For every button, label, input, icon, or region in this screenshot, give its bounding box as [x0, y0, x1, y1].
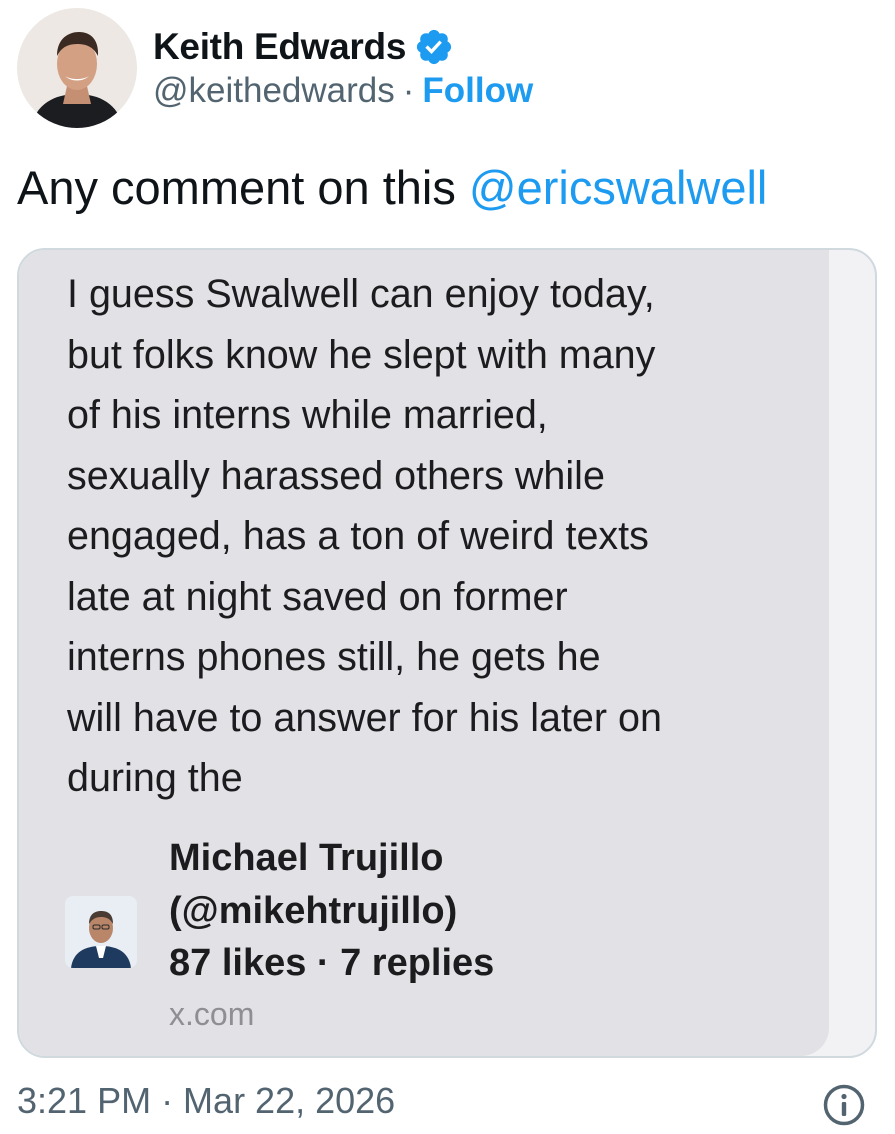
quoted-text: I guess Swalwell can enjoy today, but fo…: [67, 264, 662, 809]
quoted-text-line: will have to answer for his later on: [67, 695, 662, 740]
handle-row: @keithedwards · Follow: [153, 67, 533, 115]
tweet-mention-link[interactable]: @ericswalwell: [469, 161, 767, 214]
quoted-text-line: of his interns while married,: [67, 393, 548, 437]
quoted-text-line: I guess Swalwell can enjoy today,: [67, 272, 655, 316]
quoted-text-line: engaged, has a ton of weird texts: [67, 514, 649, 558]
tweet-text-prefix: Any comment on this: [17, 161, 469, 214]
quoted-author-avatar: [65, 896, 137, 968]
verified-badge-icon: [417, 29, 452, 65]
quoted-card-screenshot: I guess Swalwell can enjoy today, but fo…: [19, 250, 829, 1056]
quoted-author-handle: (@mikehtrujillo): [169, 889, 458, 932]
tweet-text: Any comment on this @ericswalwell: [17, 160, 767, 216]
quoted-domain: x.com: [169, 996, 255, 1032]
quoted-author-name: Michael Trujillo: [169, 837, 444, 879]
quoted-text-line: during the: [67, 756, 243, 800]
quoted-text-line: interns phones still, he gets he: [67, 635, 601, 679]
name-row: Keith Edwards: [153, 23, 533, 71]
quoted-text-line: sexually harassed others while: [67, 453, 605, 498]
handle-separator: ·: [402, 71, 415, 110]
author-meta: Keith Edwards @keithedwards · Follow: [153, 21, 533, 115]
quoted-author-block: Michael Trujillo (@mikehtrujillo) 87 lik…: [169, 832, 494, 990]
tweet-header: Keith Edwards @keithedwards · Follow: [17, 8, 533, 128]
quoted-card[interactable]: I guess Swalwell can enjoy today, but fo…: [17, 248, 877, 1058]
author-avatar[interactable]: [17, 8, 137, 128]
quoted-stats: 87 likes · 7 replies: [169, 942, 495, 984]
quoted-text-line: but folks know he slept with many: [67, 332, 656, 377]
author-handle[interactable]: @keithedwards: [153, 71, 395, 111]
info-icon[interactable]: [822, 1083, 866, 1127]
author-display-name[interactable]: Keith Edwards: [153, 26, 406, 68]
tweet-timestamp[interactable]: 3:21 PM · Mar 22, 2026: [17, 1080, 395, 1122]
quoted-text-line: late at night saved on former: [67, 574, 568, 619]
follow-button[interactable]: Follow: [422, 71, 533, 111]
